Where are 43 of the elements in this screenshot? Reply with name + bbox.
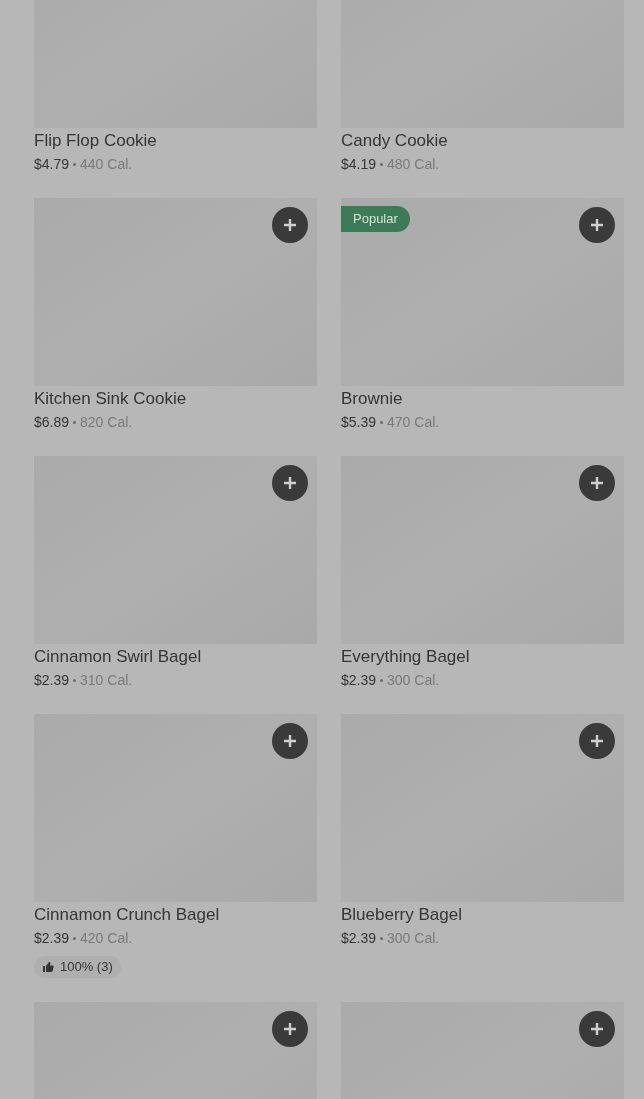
add-button[interactable] — [272, 1011, 308, 1047]
add-button[interactable] — [579, 1011, 615, 1047]
popular-badge: Popular — [341, 206, 410, 232]
add-button[interactable] — [579, 723, 615, 759]
item-name: Kitchen Sink Cookie — [34, 388, 188, 410]
item-price: $4.19 — [341, 155, 377, 174]
plus-icon — [590, 218, 604, 232]
item-calories: 820 Cal. — [80, 413, 133, 432]
item-name: Flip Flop Cookie — [34, 130, 158, 152]
item-calories: 470 Cal. — [387, 413, 440, 432]
add-button[interactable] — [272, 723, 308, 759]
item-price: $2.39 — [341, 671, 377, 690]
item-calories: 420 Cal. — [80, 929, 133, 948]
item-name: Candy Cookie — [341, 130, 449, 152]
item-calories: 480 Cal. — [387, 155, 440, 174]
add-button[interactable] — [272, 465, 308, 501]
plus-icon — [283, 1022, 297, 1036]
plus-icon — [590, 734, 604, 748]
item-name: Blueberry Bagel — [341, 904, 463, 926]
item-name: Brownie — [341, 388, 404, 410]
item-name: Cinnamon Crunch Bagel — [34, 904, 221, 926]
item-name: Cinnamon Swirl Bagel — [34, 646, 203, 668]
item-calories: 310 Cal. — [80, 671, 133, 690]
add-button[interactable] — [579, 207, 615, 243]
plus-icon — [283, 734, 297, 748]
plus-icon — [590, 476, 604, 490]
add-button[interactable] — [272, 207, 308, 243]
item-calories: 300 Cal. — [387, 929, 440, 948]
item-price: $2.39 — [34, 929, 70, 948]
add-button[interactable] — [579, 465, 615, 501]
plus-icon — [283, 218, 297, 232]
item-price: $6.89 — [34, 413, 70, 432]
item-price: $2.39 — [34, 671, 70, 690]
plus-icon — [590, 1022, 604, 1036]
item-calories: 300 Cal. — [387, 671, 440, 690]
item-price: $2.39 — [341, 929, 377, 948]
item-price: $4.79 — [34, 155, 70, 174]
plus-icon — [283, 476, 297, 490]
item-calories: 440 Cal. — [80, 155, 133, 174]
rating-text: 100% (3) — [60, 958, 113, 977]
item-price: $5.39 — [341, 413, 377, 432]
thumbs-up-icon — [42, 961, 54, 973]
item-name: Everything Bagel — [341, 646, 471, 668]
